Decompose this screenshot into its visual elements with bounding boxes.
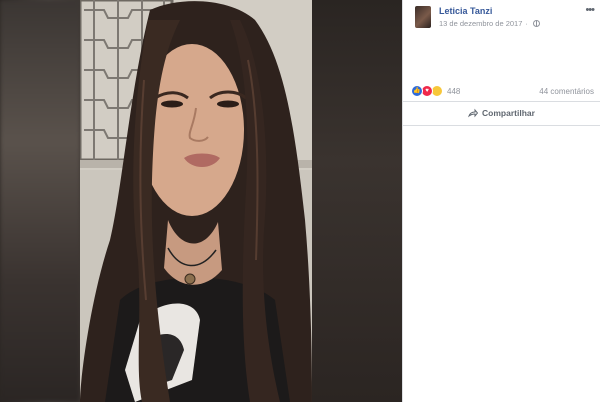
share-label: Compartilhar bbox=[482, 108, 535, 118]
post-photo[interactable] bbox=[80, 0, 312, 402]
more-options-icon[interactable]: ••• bbox=[585, 4, 595, 16]
post-date-link[interactable]: 13 de dezembro de 2017 bbox=[439, 19, 522, 28]
post-meta: 13 de dezembro de 2017 · bbox=[439, 19, 540, 28]
blurred-background-left bbox=[0, 0, 80, 402]
post-info-panel: Leticia Tanzi 13 de dezembro de 2017 · •… bbox=[402, 0, 600, 402]
comments-count-link[interactable]: 44 comentários bbox=[539, 87, 594, 96]
share-icon bbox=[468, 108, 479, 118]
divider-top bbox=[403, 101, 600, 102]
blurred-background-right bbox=[312, 0, 402, 402]
meta-separator: · bbox=[525, 19, 528, 28]
author-avatar[interactable] bbox=[415, 6, 431, 28]
reactions-row: 👍 ♥ 448 44 comentários bbox=[411, 84, 594, 98]
divider-bottom bbox=[403, 125, 600, 126]
like-icon[interactable]: 👍 bbox=[411, 85, 423, 97]
share-button[interactable]: Compartilhar bbox=[403, 104, 600, 122]
post-header: Leticia Tanzi 13 de dezembro de 2017 · •… bbox=[403, 0, 600, 40]
globe-icon bbox=[532, 20, 540, 27]
photo-viewer bbox=[0, 0, 402, 402]
reactions-count[interactable]: 448 bbox=[447, 87, 460, 96]
author-name-link[interactable]: Leticia Tanzi bbox=[439, 6, 492, 16]
